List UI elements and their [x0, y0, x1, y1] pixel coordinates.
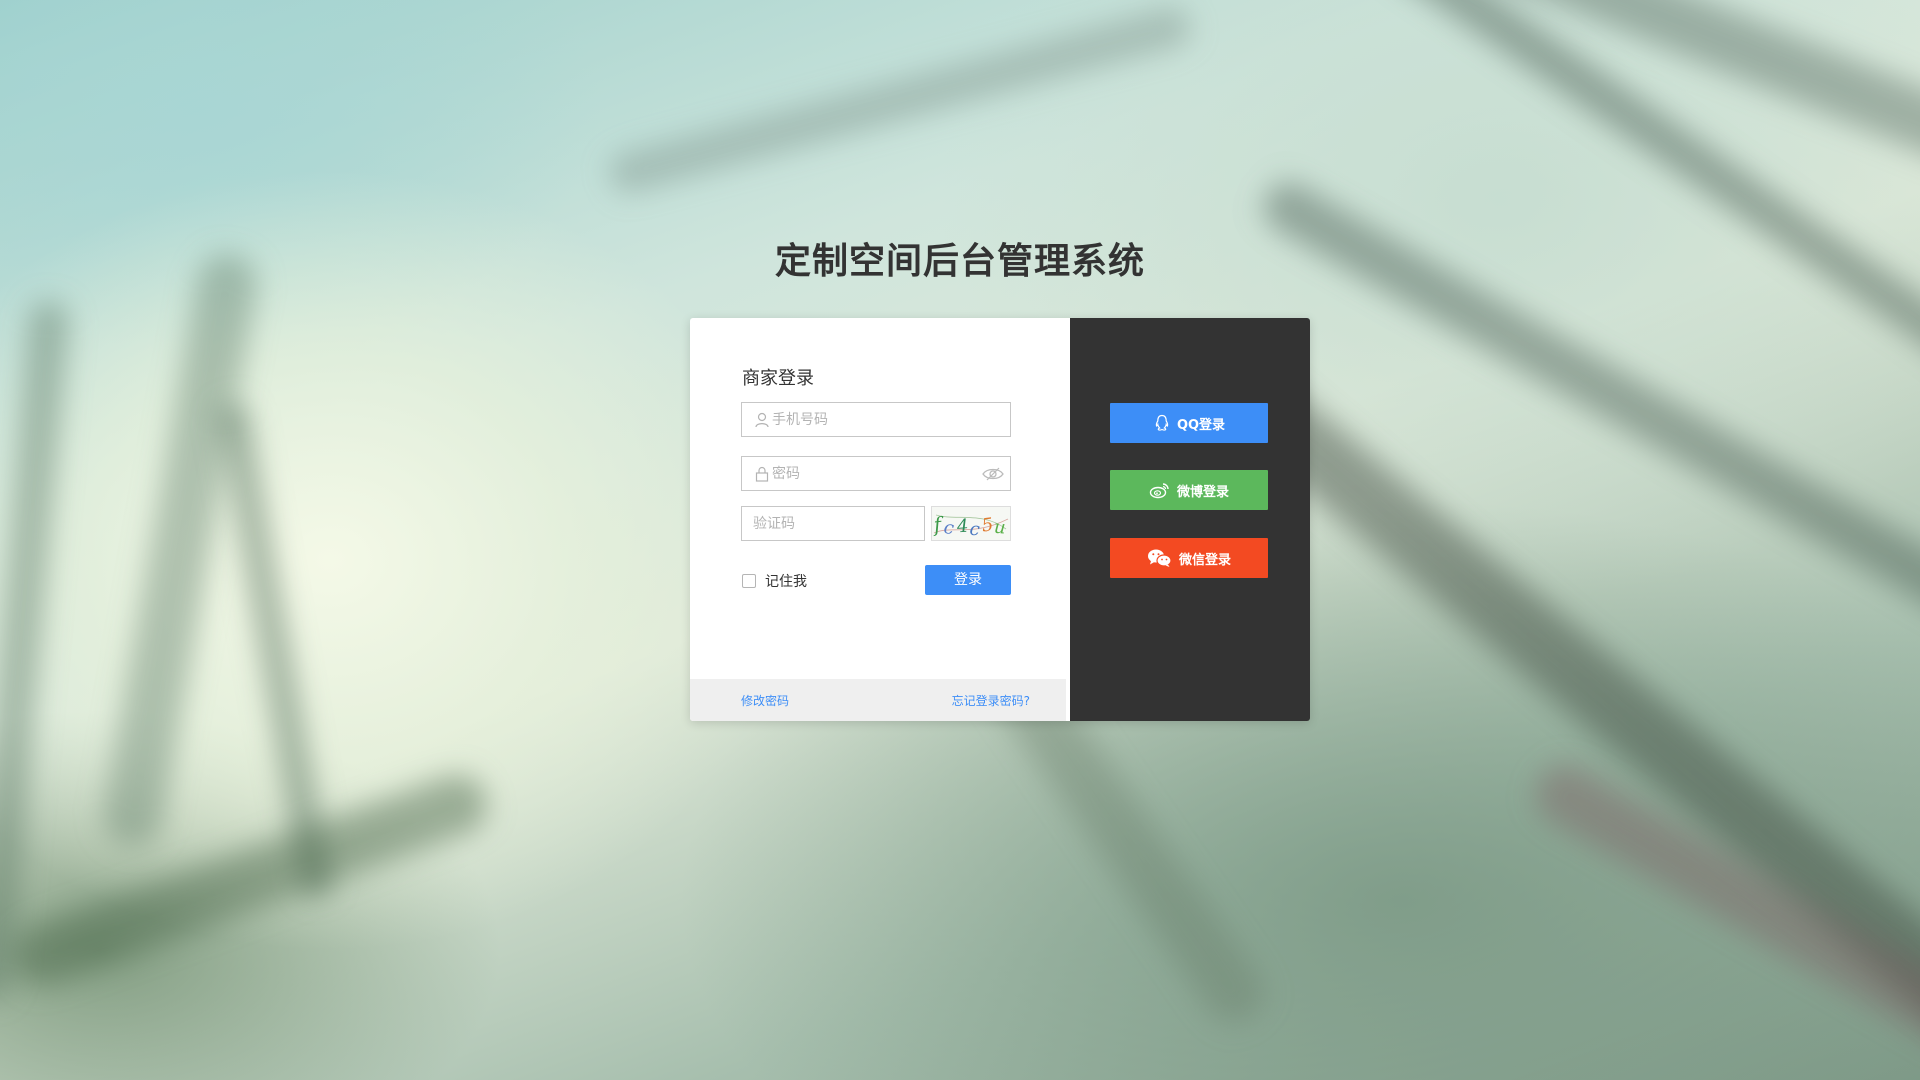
svg-text:c: c [942, 517, 955, 539]
wechat-login-label: 微信登录 [1178, 552, 1231, 568]
forgot-password-link[interactable]: 忘记登录密码? [952, 692, 1030, 709]
password-field [741, 456, 1011, 491]
wechat-login-button[interactable]: 微信登录 [1110, 538, 1268, 578]
weibo-login-label: 微博登录 [1176, 484, 1229, 500]
weibo-icon [1149, 483, 1169, 499]
login-footer: 修改密码 忘记登录密码? [690, 679, 1066, 721]
password-input[interactable] [742, 457, 1010, 490]
login-form-panel: 商家登录 手机号码 验证码 f c 4 c 5 u 记住我 登录 修改密码 忘记… [690, 318, 1070, 721]
user-icon [755, 412, 769, 428]
page-title: 定制空间后台管理系统 [774, 241, 1145, 282]
svg-text:4: 4 [955, 516, 969, 538]
captcha-graphic: f c 4 c 5 u [930, 512, 1009, 541]
remember-checkbox[interactable] [742, 574, 756, 588]
lock-icon [755, 466, 769, 482]
svg-text:c: c [969, 519, 981, 540]
captcha-input[interactable] [742, 507, 924, 540]
svg-text:5: 5 [980, 514, 994, 536]
login-button[interactable]: 登录 [925, 565, 1011, 595]
wechat-icon [1147, 549, 1172, 567]
login-panel-title: 商家登录 [742, 368, 814, 389]
remember-me[interactable]: 记住我 [742, 571, 807, 591]
social-login-panel: QQ登录 微博登录 微信登录 [1070, 318, 1310, 721]
qq-login-button[interactable]: QQ登录 [1110, 403, 1268, 443]
svg-text:u: u [993, 517, 1006, 539]
qq-icon [1155, 414, 1169, 431]
captcha-image[interactable]: f c 4 c 5 u [930, 506, 1011, 541]
phone-input[interactable] [742, 403, 1010, 436]
qq-login-label: QQ登录 [1176, 417, 1226, 433]
weibo-login-button[interactable]: 微博登录 [1110, 470, 1268, 510]
eye-icon[interactable] [982, 466, 1004, 482]
captcha-field [741, 506, 925, 541]
phone-field [741, 402, 1011, 437]
login-box: 商家登录 手机号码 验证码 f c 4 c 5 u 记住我 登录 修改密码 忘记… [690, 318, 1310, 721]
change-password-link[interactable]: 修改密码 [741, 692, 789, 709]
remember-label: 记住我 [765, 574, 807, 590]
